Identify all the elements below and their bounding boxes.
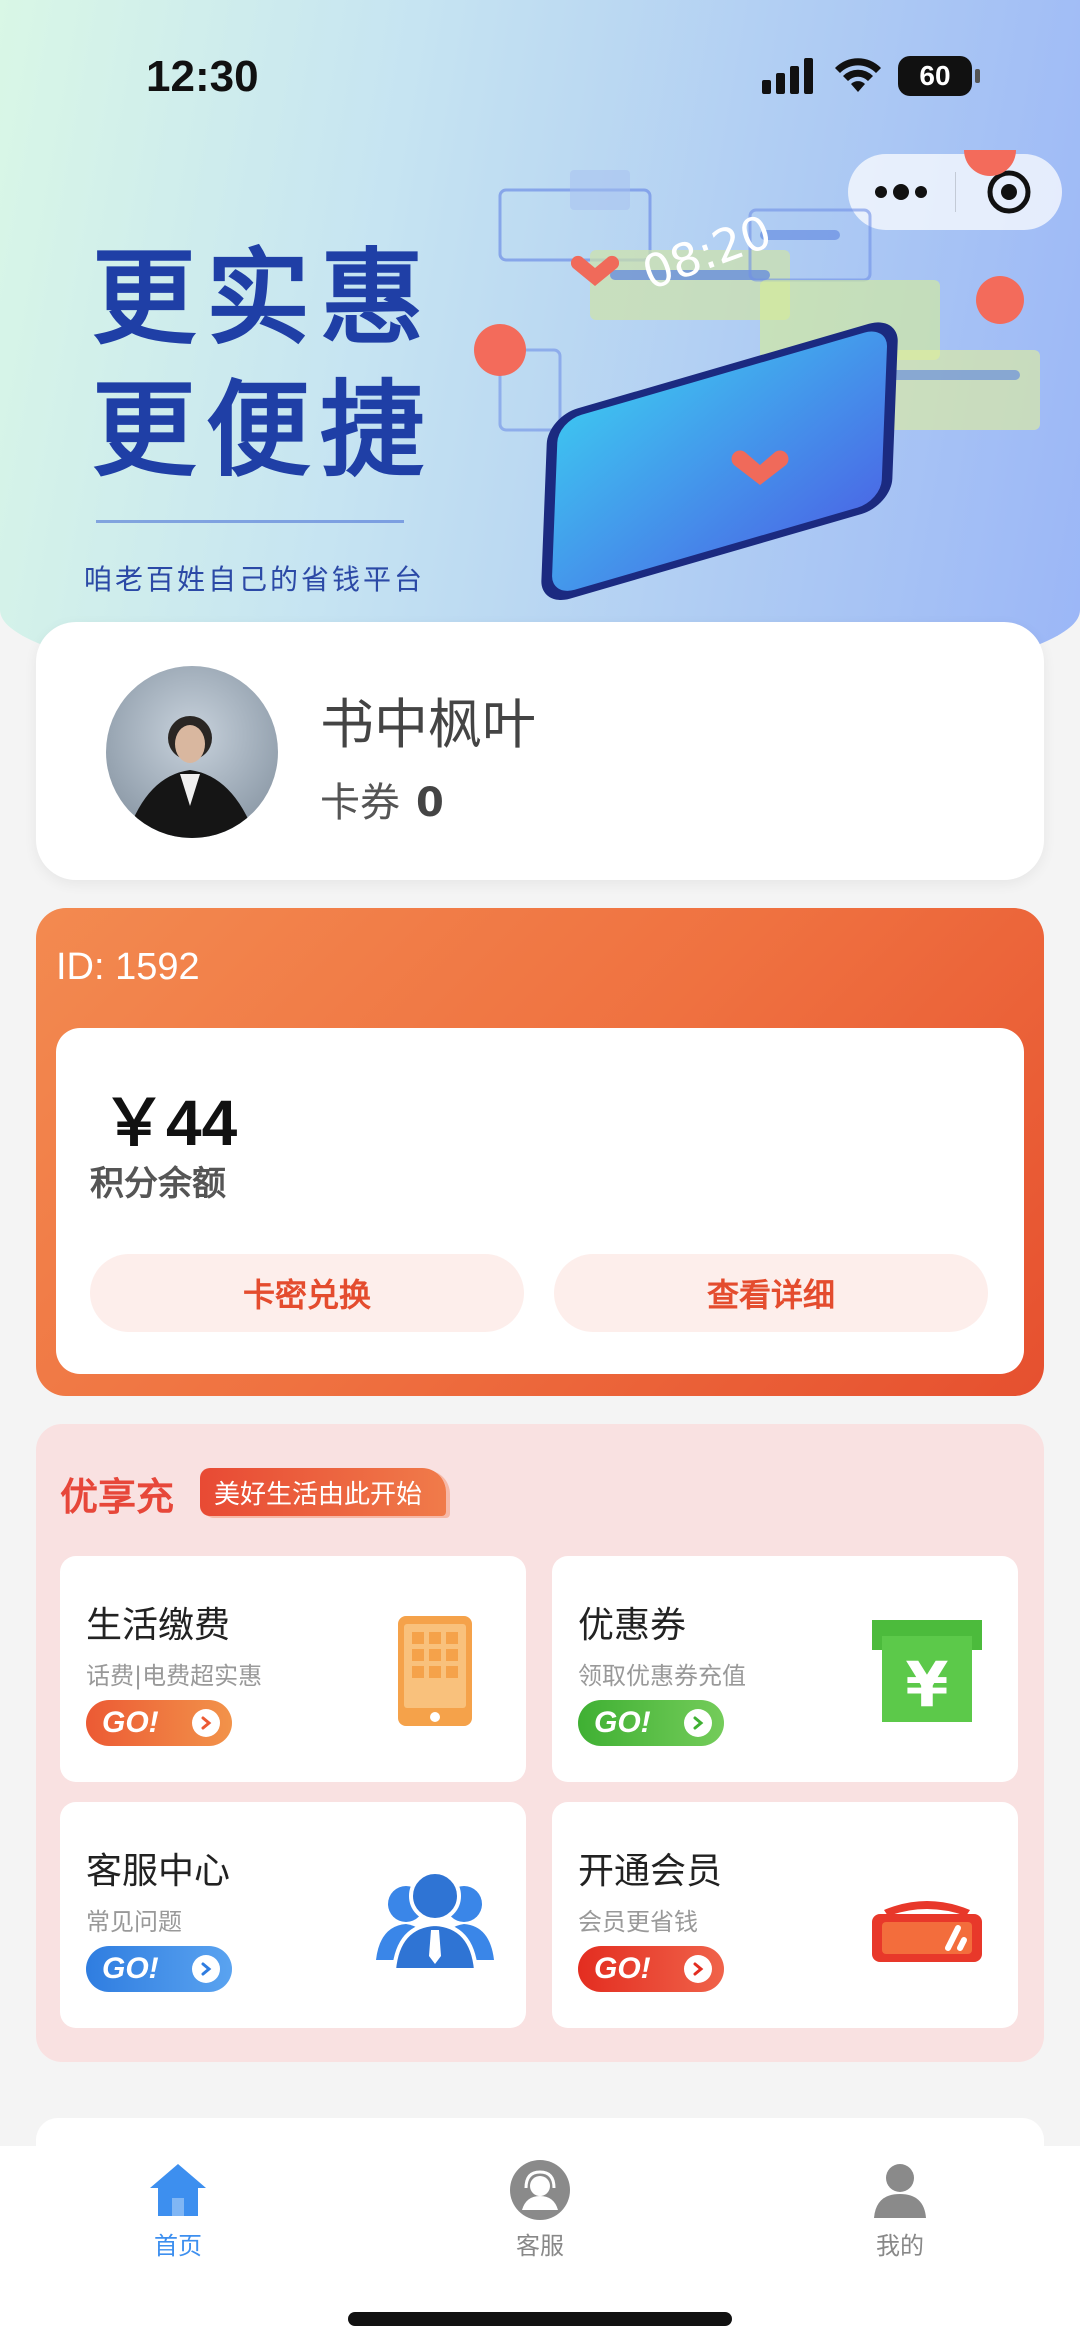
go-button[interactable]: GO! xyxy=(578,1700,724,1746)
tile-title: 生活缴费 xyxy=(86,1605,231,1646)
tile-title: 开通会员 xyxy=(578,1851,723,1892)
user-icon xyxy=(874,2164,926,2218)
tile-subtitle: 领取优惠券充值 xyxy=(578,1662,746,1690)
tile-title: 客服中心 xyxy=(86,1851,231,1892)
tile-subtitle: 话费|电费超实惠 xyxy=(86,1662,263,1690)
chevron-right-icon xyxy=(684,1709,712,1737)
enjoy-panel: 优享充 美好生活由此开始 生活缴费 话费|电费超实惠 GO! 优惠券 领取优惠券… xyxy=(36,1424,1044,2062)
tile-living-payment[interactable]: 生活缴费 话费|电费超实惠 GO! xyxy=(60,1556,526,1782)
tab-mine[interactable]: 我的 xyxy=(800,2146,1000,2276)
hero-banner: 12:30 60 更实惠 更便捷 咱老百姓自己的省钱平台 08:20 xyxy=(0,0,1080,700)
tab-service[interactable]: 客服 xyxy=(440,2146,640,2276)
home-indicator xyxy=(348,2312,732,2326)
go-label: GO! xyxy=(594,1706,651,1739)
go-button[interactable]: GO! xyxy=(86,1946,232,1992)
slogan-line-2: 更便捷 xyxy=(92,369,435,491)
avatar-image xyxy=(126,716,256,838)
battery-indicator: 60 xyxy=(898,56,980,96)
coupon-count: 0 xyxy=(416,780,444,826)
customer-group-icon xyxy=(376,1870,494,1972)
coupon-label: 卡券 xyxy=(320,780,400,826)
enjoy-title: 优享充 xyxy=(60,1475,175,1519)
user-id: ID: 1592 xyxy=(56,946,200,988)
slogan: 更实惠 更便捷 xyxy=(92,232,434,496)
headset-icon xyxy=(510,2160,570,2220)
avatar[interactable] xyxy=(106,666,278,838)
nickname: 书中枫叶 xyxy=(320,693,536,756)
wifi-icon xyxy=(835,58,881,92)
home-icon xyxy=(150,2164,206,2216)
slogan-divider xyxy=(96,520,404,523)
go-button[interactable]: GO! xyxy=(578,1946,724,1992)
signal-icon xyxy=(762,58,813,94)
yen-voucher-icon: ¥ xyxy=(872,1620,982,1722)
tab-home[interactable]: 首页 xyxy=(78,2146,278,2276)
phone-icon xyxy=(398,1616,472,1726)
go-label: GO! xyxy=(102,1952,159,1985)
points-card: ID: 1592 ￥44 积分余额 卡密兑换 查看详细 xyxy=(36,908,1044,1396)
tile-customer-service[interactable]: 客服中心 常见问题 GO! xyxy=(60,1802,526,2028)
go-button[interactable]: GO! xyxy=(86,1700,232,1746)
enjoy-tagline: 美好生活由此开始 xyxy=(200,1468,447,1516)
tile-subtitle: 会员更省钱 xyxy=(578,1908,698,1936)
sub-slogan: 咱老百姓自己的省钱平台 xyxy=(84,563,426,596)
tile-coupon[interactable]: 优惠券 领取优惠券充值 GO! ¥ xyxy=(552,1556,1018,1782)
redeem-code-button[interactable]: 卡密兑换 xyxy=(90,1254,524,1332)
go-label: GO! xyxy=(102,1706,159,1739)
view-details-button[interactable]: 查看详细 xyxy=(554,1254,988,1332)
profile-card[interactable]: 书中枫叶 卡券 0 xyxy=(36,622,1044,880)
tab-label: 首页 xyxy=(154,2232,202,2260)
chevron-right-icon xyxy=(192,1955,220,1983)
slogan-line-1: 更实惠 xyxy=(92,237,435,359)
status-time: 12:30 xyxy=(146,52,259,101)
status-icons: 60 xyxy=(762,56,980,96)
tile-title: 优惠券 xyxy=(578,1605,687,1646)
tile-membership[interactable]: 开通会员 会员更省钱 GO! xyxy=(552,1802,1018,2028)
tab-label: 我的 xyxy=(876,2232,924,2260)
coupon-count-row[interactable]: 卡券 0 xyxy=(320,770,444,828)
points-balance-panel: ￥44 积分余额 卡密兑换 查看详细 xyxy=(56,1028,1024,1374)
points-amount-label: 积分余额 xyxy=(90,1164,226,1204)
chevron-right-icon xyxy=(192,1709,220,1737)
tab-label: 客服 xyxy=(516,2232,564,2260)
chevron-right-icon xyxy=(684,1955,712,1983)
go-label: GO! xyxy=(594,1952,651,1985)
svg-text:¥: ¥ xyxy=(905,1648,948,1721)
points-amount: ￥44 xyxy=(102,1087,238,1159)
vip-card-icon xyxy=(872,1901,982,1962)
tile-subtitle: 常见问题 xyxy=(86,1908,182,1936)
phone-illustration: 08:20 xyxy=(474,150,1040,600)
